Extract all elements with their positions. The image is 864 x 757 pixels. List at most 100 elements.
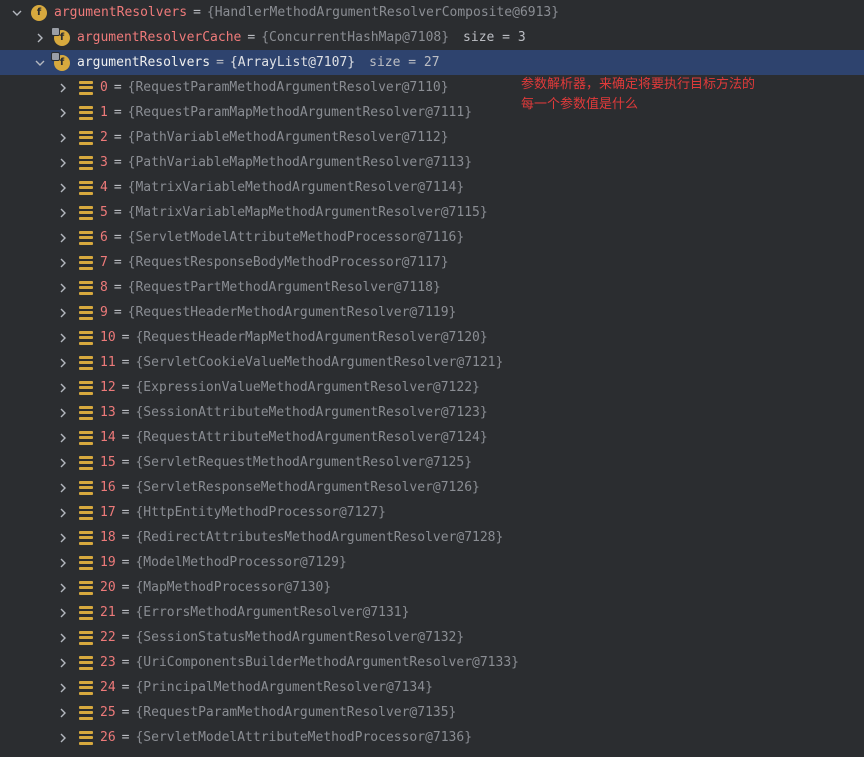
array-item-row[interactable]: 12 = {ExpressionValueMethodArgumentResolve… <box>0 375 864 400</box>
item-value: {RequestParamMethodArgumentResolver@7110… <box>127 80 449 95</box>
chevron-right-icon[interactable] <box>57 150 69 175</box>
array-item-row[interactable]: 23 = {UriComponentsBuilderMethodArgumentRe… <box>0 650 864 675</box>
array-item-row[interactable]: 19 = {ModelMethodProcessor@7129} <box>0 550 864 575</box>
item-index: 20 <box>100 580 116 595</box>
chevron-right-icon[interactable] <box>57 550 69 575</box>
item-index: 26 <box>100 730 116 745</box>
chevron-right-icon[interactable] <box>57 725 69 750</box>
chevron-right-icon[interactable] <box>57 675 69 700</box>
equals-sign: = <box>113 130 122 145</box>
array-item-row[interactable]: 14 = {RequestAttributeMethodArgumentResolv… <box>0 425 864 450</box>
item-index: 24 <box>100 680 116 695</box>
array-item-row[interactable]: 21 = {ErrorsMethodArgumentResolver@7131} <box>0 600 864 625</box>
item-index: 9 <box>100 305 108 320</box>
field-value: {HandlerMethodArgumentResolverComposite@… <box>206 5 560 20</box>
array-item-row[interactable]: 11 = {ServletCookieValueMethodArgumentReso… <box>0 350 864 375</box>
item-value: {SessionStatusMethodArgumentResolver@713… <box>135 630 465 645</box>
chevron-right-icon[interactable] <box>57 650 69 675</box>
chevron-right-icon[interactable] <box>57 600 69 625</box>
equals-sign: = <box>247 30 256 45</box>
array-item-row[interactable]: 24 = {PrincipalMethodArgumentResolver@7134… <box>0 675 864 700</box>
chevron-right-icon[interactable] <box>57 225 69 250</box>
array-item-row[interactable]: 8 = {RequestPartMethodArgumentResolver@711… <box>0 275 864 300</box>
array-item-row[interactable]: 13 = {SessionAttributeMethodArgumentResolv… <box>0 400 864 425</box>
chevron-down-icon[interactable] <box>11 0 23 25</box>
chevron-right-icon[interactable] <box>57 175 69 200</box>
array-element-icon <box>79 205 93 220</box>
chevron-right-icon[interactable] <box>57 525 69 550</box>
array-item-row[interactable]: 16 = {ServletResponseMethodArgumentResolve… <box>0 475 864 500</box>
array-item-row[interactable]: 5 = {MatrixVariableMapMethodArgumentResolv… <box>0 200 864 225</box>
array-element-icon <box>79 705 93 720</box>
equals-sign: = <box>113 105 122 120</box>
item-value: {RequestAttributeMethodArgumentResolver@… <box>135 430 488 445</box>
chevron-right-icon[interactable] <box>57 500 69 525</box>
equals-sign: = <box>121 555 130 570</box>
array-element-icon <box>79 480 93 495</box>
chevron-right-icon[interactable] <box>57 625 69 650</box>
array-element-icon <box>79 255 93 270</box>
chevron-right-icon[interactable] <box>57 200 69 225</box>
array-element-icon <box>79 130 93 145</box>
array-item-row[interactable]: 4 = {MatrixVariableMethodArgumentResolver@… <box>0 175 864 200</box>
item-index: 4 <box>100 180 108 195</box>
array-item-row[interactable]: 10 = {RequestHeaderMapMethodArgumentResolv… <box>0 325 864 350</box>
array-item-row[interactable]: 17 = {HttpEntityMethodProcessor@7127} <box>0 500 864 525</box>
chevron-right-icon[interactable] <box>57 350 69 375</box>
item-value: {RequestHeaderMapMethodArgumentResolver@… <box>135 330 488 345</box>
chevron-right-icon[interactable] <box>57 125 69 150</box>
chevron-right-icon[interactable] <box>57 300 69 325</box>
array-element-icon <box>79 580 93 595</box>
chevron-right-icon[interactable] <box>57 75 69 100</box>
item-value: {UriComponentsBuilderMethodArgumentResol… <box>135 655 519 670</box>
array-element-icon <box>79 80 93 95</box>
equals-sign: = <box>113 255 122 270</box>
array-item-row[interactable]: 9 = {RequestHeaderMethodArgumentResolver@7… <box>0 300 864 325</box>
tree-row-argument-resolvers-root[interactable]: f argumentResolvers = {HandlerMethodArgu… <box>0 0 864 25</box>
equals-sign: = <box>193 5 201 20</box>
size-label: size = 3 <box>463 30 526 45</box>
equals-sign: = <box>121 505 130 520</box>
chevron-right-icon[interactable] <box>34 25 46 50</box>
array-item-row[interactable]: 15 = {ServletRequestMethodArgumentResolver… <box>0 450 864 475</box>
item-value: {SessionAttributeMethodArgumentResolver@… <box>135 405 488 420</box>
array-element-icon <box>79 105 93 120</box>
array-item-row[interactable]: 25 = {RequestParamMethodArgumentResolver@7… <box>0 700 864 725</box>
field-value: {ConcurrentHashMap@7108} <box>261 30 450 45</box>
chevron-right-icon[interactable] <box>57 450 69 475</box>
item-index: 0 <box>100 80 108 95</box>
array-item-row[interactable]: 20 = {MapMethodProcessor@7130} <box>0 575 864 600</box>
chevron-right-icon[interactable] <box>57 325 69 350</box>
array-item-row[interactable]: 3 = {PathVariableMapMethodArgumentResolver… <box>0 150 864 175</box>
tree-row-argument-resolvers-list[interactable]: f argumentResolvers = {ArrayList@7107} s… <box>0 50 864 75</box>
array-element-icon <box>79 630 93 645</box>
array-item-row[interactable]: 22 = {SessionStatusMethodArgumentResolver@… <box>0 625 864 650</box>
chevron-right-icon[interactable] <box>57 400 69 425</box>
chevron-right-icon[interactable] <box>57 475 69 500</box>
array-element-icon <box>79 380 93 395</box>
chevron-right-icon[interactable] <box>57 100 69 125</box>
array-item-row[interactable]: 7 = {RequestResponseBodyMethodProcessor@71… <box>0 250 864 275</box>
chevron-down-icon[interactable] <box>34 50 46 75</box>
array-element-icon <box>79 355 93 370</box>
chevron-right-icon[interactable] <box>57 425 69 450</box>
item-index: 15 <box>100 455 116 470</box>
equals-sign: = <box>121 605 130 620</box>
item-index: 16 <box>100 480 116 495</box>
chevron-right-icon[interactable] <box>57 700 69 725</box>
array-item-row[interactable]: 18 = {RedirectAttributesMethodArgumentReso… <box>0 525 864 550</box>
array-item-row[interactable]: 6 = {ServletModelAttributeMethodProcessor@… <box>0 225 864 250</box>
field-name: argumentResolvers <box>77 55 211 70</box>
item-value: {MapMethodProcessor@7130} <box>135 580 332 595</box>
array-item-row[interactable]: 2 = {PathVariableMethodArgumentResolver@71… <box>0 125 864 150</box>
tree-row-argument-resolver-cache[interactable]: f argumentResolverCache = {ConcurrentHas… <box>0 25 864 50</box>
array-item-row[interactable]: 26 = {ServletModelAttributeMethodProcessor… <box>0 725 864 750</box>
chevron-right-icon[interactable] <box>57 250 69 275</box>
item-index: 8 <box>100 280 108 295</box>
chevron-right-icon[interactable] <box>57 375 69 400</box>
chevron-right-icon[interactable] <box>57 575 69 600</box>
lock-icon <box>51 51 60 61</box>
chevron-right-icon[interactable] <box>57 275 69 300</box>
field-icon: f <box>51 51 70 71</box>
field-icon: f <box>51 26 70 46</box>
